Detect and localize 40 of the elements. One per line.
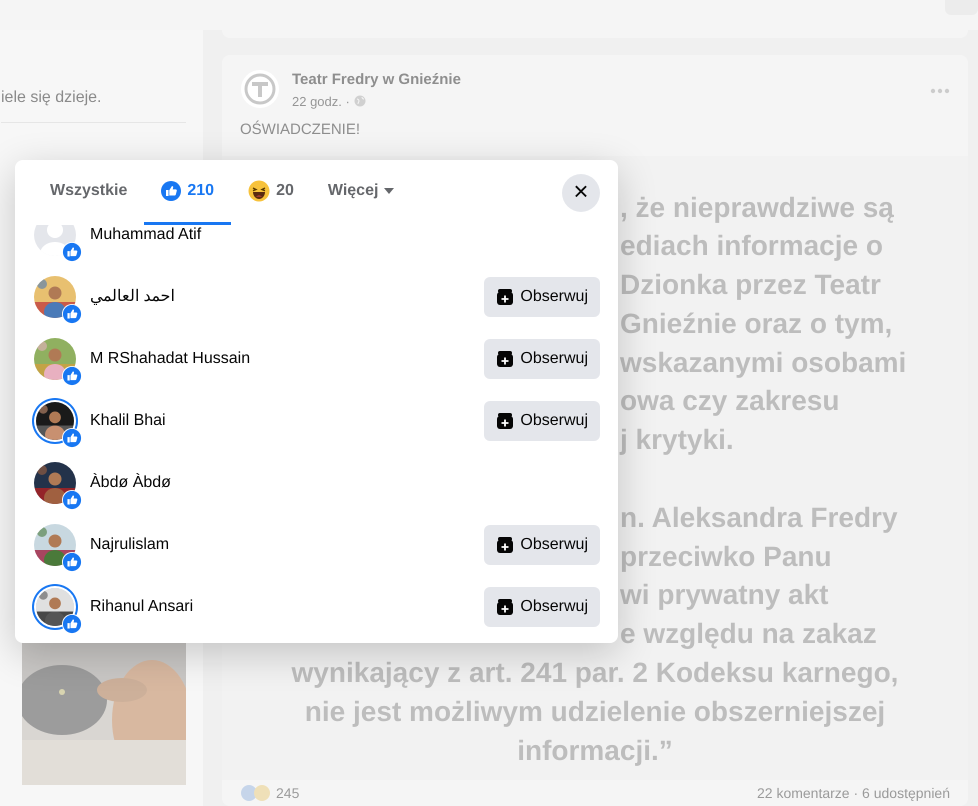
user-avatar[interactable]	[34, 586, 82, 634]
like-badge-icon	[62, 366, 82, 386]
page-logo	[240, 69, 280, 109]
post-text: OŚWIADCZENIE!	[239, 120, 362, 140]
user-avatar[interactable]	[34, 462, 82, 510]
follow-icon	[496, 536, 514, 554]
like-badge-icon	[62, 490, 82, 510]
like-badge-icon	[62, 428, 82, 448]
card-text: iele się dzieje.	[1, 86, 186, 123]
like-icon	[161, 181, 182, 201]
close-button[interactable]: ×	[562, 174, 600, 212]
laughing-emoji-icon	[248, 180, 270, 202]
reaction-tab[interactable]: Wszystkie	[33, 160, 144, 225]
follow-button[interactable]: Obserwuj	[484, 401, 600, 441]
reaction-tab[interactable]: 210	[144, 160, 232, 225]
like-badge-icon	[62, 552, 82, 572]
follow-button[interactable]: Obserwuj	[484, 339, 600, 379]
like-badge-icon	[62, 304, 82, 324]
reaction-tab[interactable]: 20	[231, 160, 311, 225]
follow-icon	[496, 412, 514, 430]
like-badge-icon	[62, 614, 82, 634]
user-name[interactable]: Àbdø Àbdø	[90, 471, 171, 495]
like-badge-icon	[62, 242, 82, 262]
follow-icon	[496, 350, 514, 368]
globe-icon	[354, 95, 366, 108]
user-name[interactable]: Najrulislam	[90, 533, 170, 557]
follow-button[interactable]: Obserwuj	[484, 525, 600, 565]
reaction-icons	[240, 784, 272, 802]
follow-button[interactable]: Obserwuj	[484, 587, 600, 627]
user-name[interactable]: احمد العالمي	[90, 285, 174, 309]
user-name[interactable]: Muhammad Atif	[90, 225, 202, 247]
reaction-tab[interactable]: Więcej	[310, 160, 412, 225]
user-name[interactable]: M RShahadat Hussain	[90, 347, 250, 371]
follow-icon	[496, 598, 514, 616]
follow-icon	[496, 288, 514, 306]
user-name[interactable]: Khalil Bhai	[90, 409, 166, 433]
caret-icon	[384, 188, 394, 194]
follow-button[interactable]: Obserwuj	[484, 277, 600, 317]
user-name[interactable]: Rihanul Ansari	[90, 595, 194, 619]
user-avatar[interactable]	[34, 400, 82, 448]
